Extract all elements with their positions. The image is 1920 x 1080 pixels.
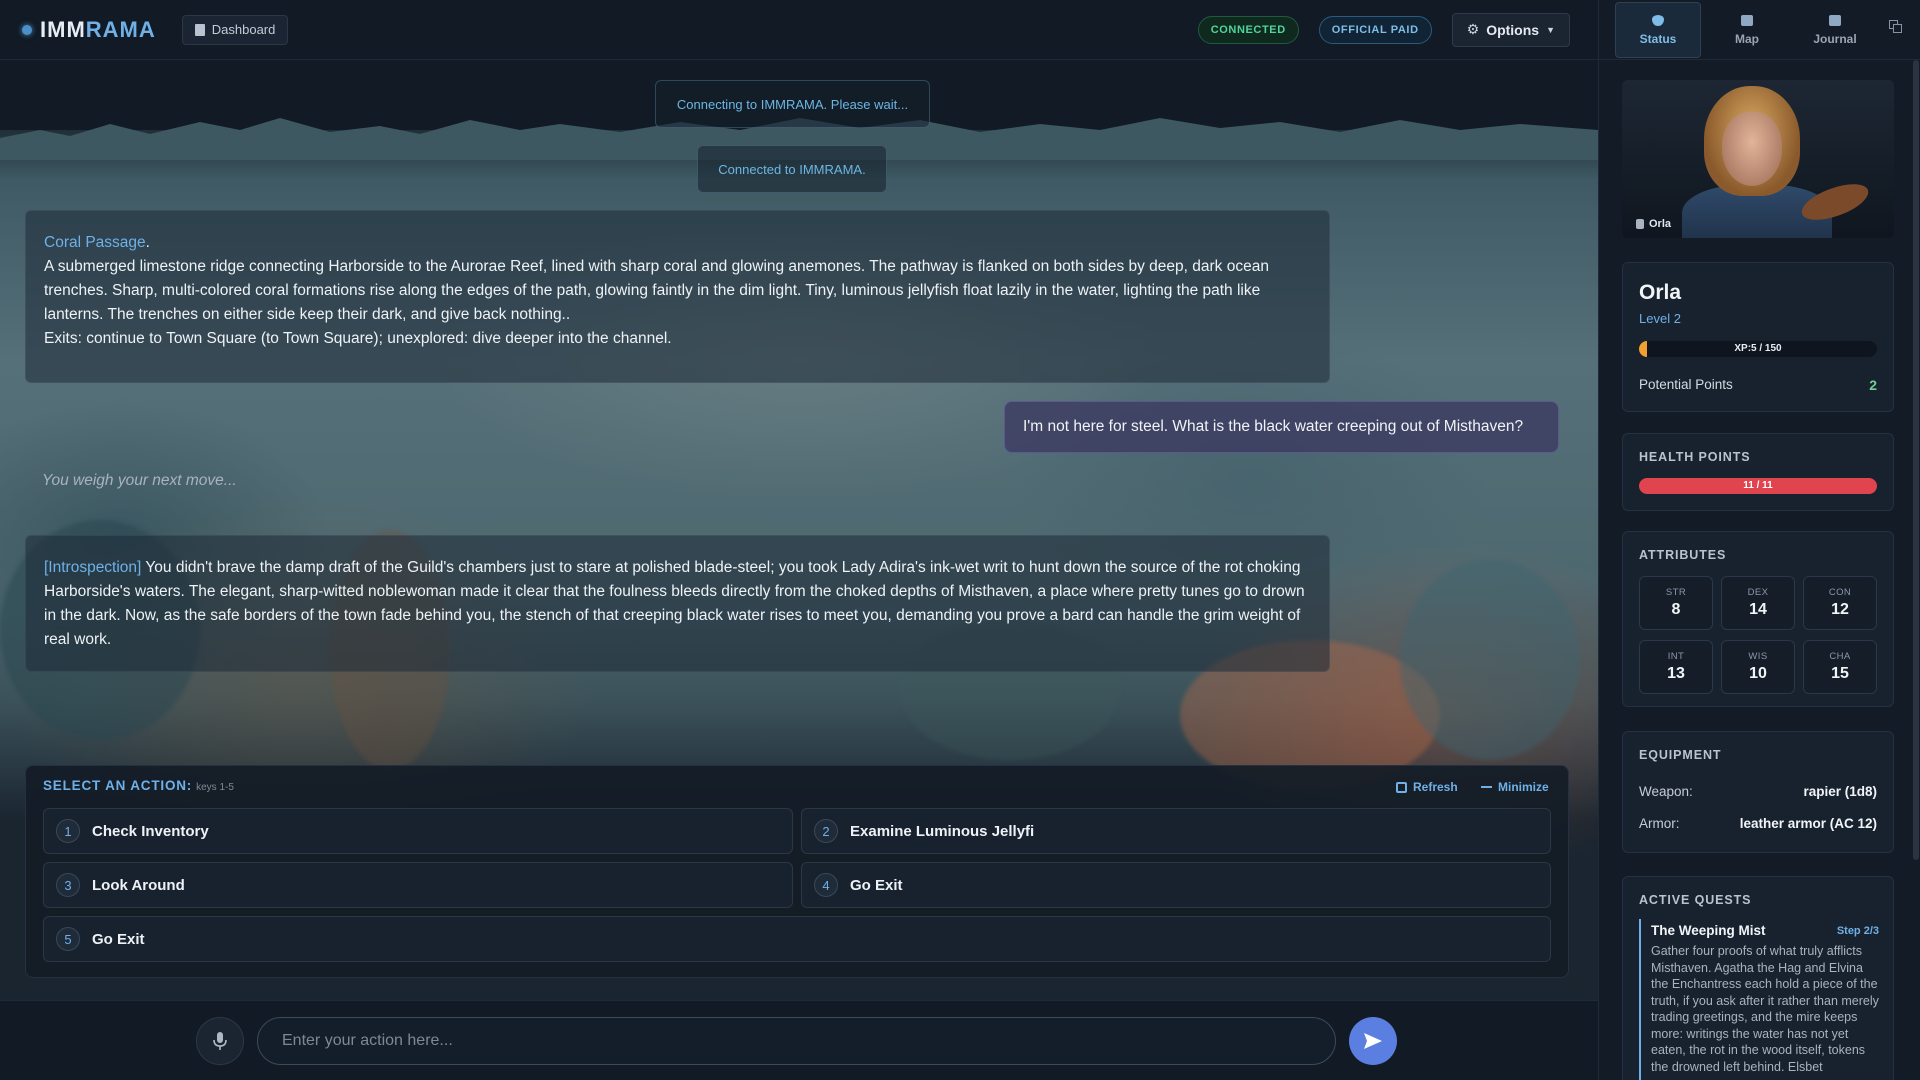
health-card: HEALTH POINTS 11 / 11 (1622, 433, 1894, 511)
attribute-dex: DEX 14 (1721, 576, 1795, 630)
potential-points-value: 2 (1869, 377, 1877, 393)
dashboard-icon (194, 23, 205, 36)
character-card: Orla Level 2 XP:5 / 150 Potential Points… (1622, 262, 1894, 412)
action-label: Go Exit (92, 930, 145, 948)
introspection-message: [Introspection] You didn't brave the dam… (25, 535, 1330, 672)
action-number: 2 (814, 819, 838, 843)
microphone-button[interactable] (196, 1017, 244, 1065)
action-button-3[interactable]: 3 Look Around (43, 862, 793, 908)
xp-bar: XP:5 / 150 (1639, 341, 1877, 357)
attributes-card: ATTRIBUTES STR 8 DEX 14 CON 12 INT 13 WIS 10 … (1622, 531, 1894, 707)
shield-icon (1652, 14, 1664, 26)
attribute-cha: CHA 15 (1803, 640, 1877, 694)
refresh-icon (1396, 781, 1407, 793)
system-message-connecting: Connecting to IMMRAMA. Please wait... (655, 80, 930, 128)
armor-value: leather armor (AC 12) (1739, 816, 1877, 831)
action-button-5[interactable]: 5 Go Exit (43, 916, 1551, 962)
dashboard-label: Dashboard (211, 22, 276, 37)
attributes-title: ATTRIBUTES (1639, 548, 1727, 562)
popout-icon[interactable] (1889, 20, 1903, 34)
top-bar: IMMRAMA Dashboard CONNECTED OFFICIAL PAI… (0, 0, 1598, 60)
refresh-button[interactable]: Refresh (1396, 780, 1458, 794)
thinking-text: You weigh your next move... (42, 472, 237, 489)
side-scrollbar[interactable] (1913, 60, 1919, 860)
action-label: Examine Luminous Jellyfi (850, 822, 1035, 840)
official-paid-badge: OFFICIAL PAID (1318, 15, 1432, 44)
brand-logo-icon (22, 24, 32, 35)
connection-status-badge: CONNECTED (1197, 15, 1299, 44)
options-button[interactable]: ⚙ Options ▼ (1451, 12, 1570, 47)
potential-points-label: Potential Points (1639, 377, 1733, 392)
location-link[interactable]: Coral Passage (44, 234, 146, 251)
action-button-2[interactable]: 2 Examine Luminous Jellyfi (801, 808, 1551, 854)
exits-text: Exits: continue to Town Square (to Town … (44, 330, 672, 347)
action-button-4[interactable]: 4 Go Exit (801, 862, 1551, 908)
action-label: Go Exit (850, 876, 903, 894)
action-panel-title: SELECT AN ACTION: keys 1-5 (43, 778, 234, 793)
character-level: Level 2 (1639, 311, 1681, 326)
send-button[interactable] (1349, 1017, 1397, 1065)
side-panel: Status Map Journal Orla Orla Level 2 XP:… (1598, 0, 1920, 1080)
introspection-tag: [Introspection] (44, 559, 142, 576)
attribute-str: STR 8 (1639, 576, 1713, 630)
action-input[interactable] (257, 1017, 1336, 1065)
health-bar: 11 / 11 (1639, 478, 1877, 494)
health-title: HEALTH POINTS (1639, 450, 1751, 464)
player-message: I'm not here for steel. What is the blac… (1004, 401, 1559, 453)
action-number: 5 (56, 927, 80, 951)
character-name: Orla (1639, 281, 1682, 304)
quest-item[interactable]: The Weeping Mist Step 2/3 Gather four pr… (1639, 919, 1879, 1080)
quest-step: Step 2/3 (1836, 925, 1879, 937)
action-number: 1 (56, 819, 80, 843)
map-icon (1741, 14, 1753, 26)
health-text: 11 / 11 (1743, 480, 1773, 491)
attribute-con: CON 12 (1803, 576, 1877, 630)
action-number: 3 (56, 873, 80, 897)
game-log[interactable]: Connecting to IMMRAMA. Please wait... Co… (0, 60, 1598, 1080)
equipment-card: EQUIPMENT Weapon: rapier (1d8) Armor: le… (1622, 731, 1894, 853)
action-button-1[interactable]: 1 Check Inventory (43, 808, 793, 854)
gear-icon: ⚙ (1466, 21, 1480, 37)
armor-label: Armor: (1639, 816, 1680, 831)
microphone-icon (213, 1032, 227, 1050)
quest-description: Gather four proofs of what truly afflict… (1651, 944, 1879, 1074)
minimize-button[interactable]: Minimize (1481, 780, 1549, 794)
action-label: Check Inventory (92, 822, 209, 840)
input-bar (0, 1000, 1598, 1080)
system-message-connected: Connected to IMMRAMA. (697, 145, 887, 193)
quest-name: The Weeping Mist (1651, 923, 1766, 938)
options-label: Options (1486, 21, 1540, 38)
weapon-label: Weapon: (1639, 784, 1693, 799)
keys-hint: keys 1-5 (196, 782, 234, 793)
person-icon (1636, 219, 1644, 229)
action-number: 4 (814, 873, 838, 897)
equipment-title: EQUIPMENT (1639, 748, 1722, 762)
send-icon (1364, 1033, 1382, 1049)
book-icon (1829, 14, 1841, 26)
weapon-value: rapier (1d8) (1803, 784, 1877, 799)
brand-name: IMMRAMA (40, 16, 156, 42)
tab-map[interactable]: Map (1704, 2, 1790, 58)
dashboard-button[interactable]: Dashboard (181, 14, 289, 45)
attribute-int: INT 13 (1639, 640, 1713, 694)
xp-text: XP:5 / 150 (1734, 343, 1782, 354)
brand[interactable]: IMMRAMA (22, 17, 156, 43)
quests-card: ACTIVE QUESTS The Weeping Mist Step 2/3 … (1622, 876, 1894, 1080)
location-description: A submerged limestone ridge connecting H… (44, 258, 1269, 323)
quests-title: ACTIVE QUESTS (1639, 893, 1752, 907)
introspection-text: You didn't brave the damp draft of the G… (44, 559, 1305, 648)
attribute-wis: WIS 10 (1721, 640, 1795, 694)
action-panel: SELECT AN ACTION: keys 1-5 Refresh Minimi… (25, 765, 1569, 978)
tab-status[interactable]: Status (1615, 2, 1701, 58)
character-portrait: Orla (1622, 80, 1894, 238)
minimize-icon (1481, 786, 1492, 788)
room-description: Coral Passage. A submerged limestone rid… (25, 210, 1330, 383)
action-label: Look Around (92, 876, 185, 894)
chevron-down-icon: ▼ (1546, 24, 1555, 35)
portrait-name: Orla (1636, 218, 1671, 230)
side-tabs: Status Map Journal (1599, 0, 1920, 60)
tab-journal[interactable]: Journal (1792, 2, 1878, 58)
